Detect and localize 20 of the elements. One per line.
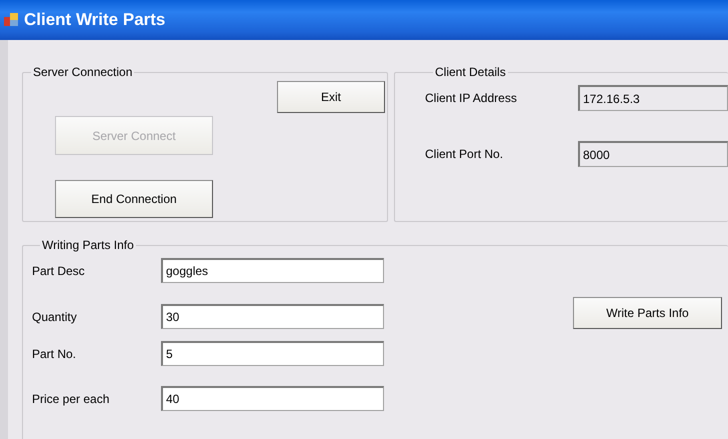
input-field[interactable]: 40 <box>161 386 384 411</box>
field-label: Client Port No. <box>425 147 504 161</box>
field-label: Part No. <box>32 346 78 360</box>
button[interactable]: End Connection <box>55 180 213 218</box>
field-label: Part Desc <box>32 264 86 278</box>
button[interactable]: Write Parts Info <box>573 297 722 329</box>
window-title: Client Write Parts <box>24 10 166 30</box>
app-icon <box>4 13 18 27</box>
button[interactable]: Exit <box>277 81 385 113</box>
field-label: Client IP Address <box>425 91 518 105</box>
input-field[interactable]: goggles <box>161 258 384 283</box>
group-title: Writing Parts Info <box>41 238 135 252</box>
group-title: Server Connection <box>32 65 134 79</box>
input-field[interactable]: 5 <box>161 341 384 366</box>
input-field[interactable]: 172.16.5.3 <box>578 85 728 111</box>
group-title: Client Details <box>434 65 507 79</box>
input-field[interactable]: 30 <box>161 304 384 329</box>
field-label: Quantity <box>32 310 78 324</box>
input-field[interactable]: 8000 <box>578 141 728 167</box>
field-label: Price per each <box>32 392 110 406</box>
